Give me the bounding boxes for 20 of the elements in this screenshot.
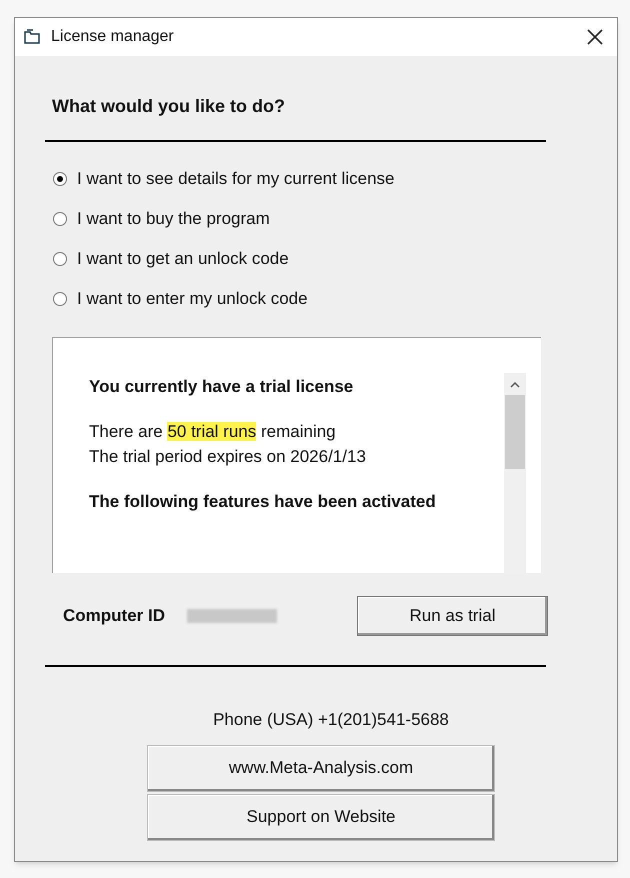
run-as-trial-button[interactable]: Run as trial (357, 596, 548, 636)
close-icon (586, 28, 604, 46)
radio-option[interactable]: I want to buy the program (53, 208, 547, 229)
dialog-heading: What would you like to do? (52, 95, 286, 118)
scrollbar[interactable] (504, 373, 526, 573)
scroll-thumb[interactable] (505, 395, 525, 469)
computer-id-label: Computer ID (63, 605, 165, 628)
radio-option[interactable]: I want to get an unlock code (53, 248, 547, 269)
window-icon (23, 29, 41, 45)
radio-option[interactable]: I want to enter my unlock code (53, 288, 547, 309)
link-button[interactable]: www.Meta-Analysis.com (147, 744, 495, 792)
window-title: License manager (51, 27, 174, 47)
scroll-up-icon (510, 381, 520, 389)
details-line: The trial period expires on 2026/1/13 (89, 446, 366, 468)
phone-text: Phone (USA) +1(201)541-5688 (213, 709, 449, 731)
details-heading: You currently have a trial license (89, 376, 354, 398)
link-button[interactable]: Support on Website (147, 794, 495, 840)
details-heading: The following features have been activated (89, 491, 436, 513)
details-line: There are 50 trial runs remaining (89, 421, 336, 443)
radio-option[interactable]: I want to see details for my current license (53, 168, 547, 189)
